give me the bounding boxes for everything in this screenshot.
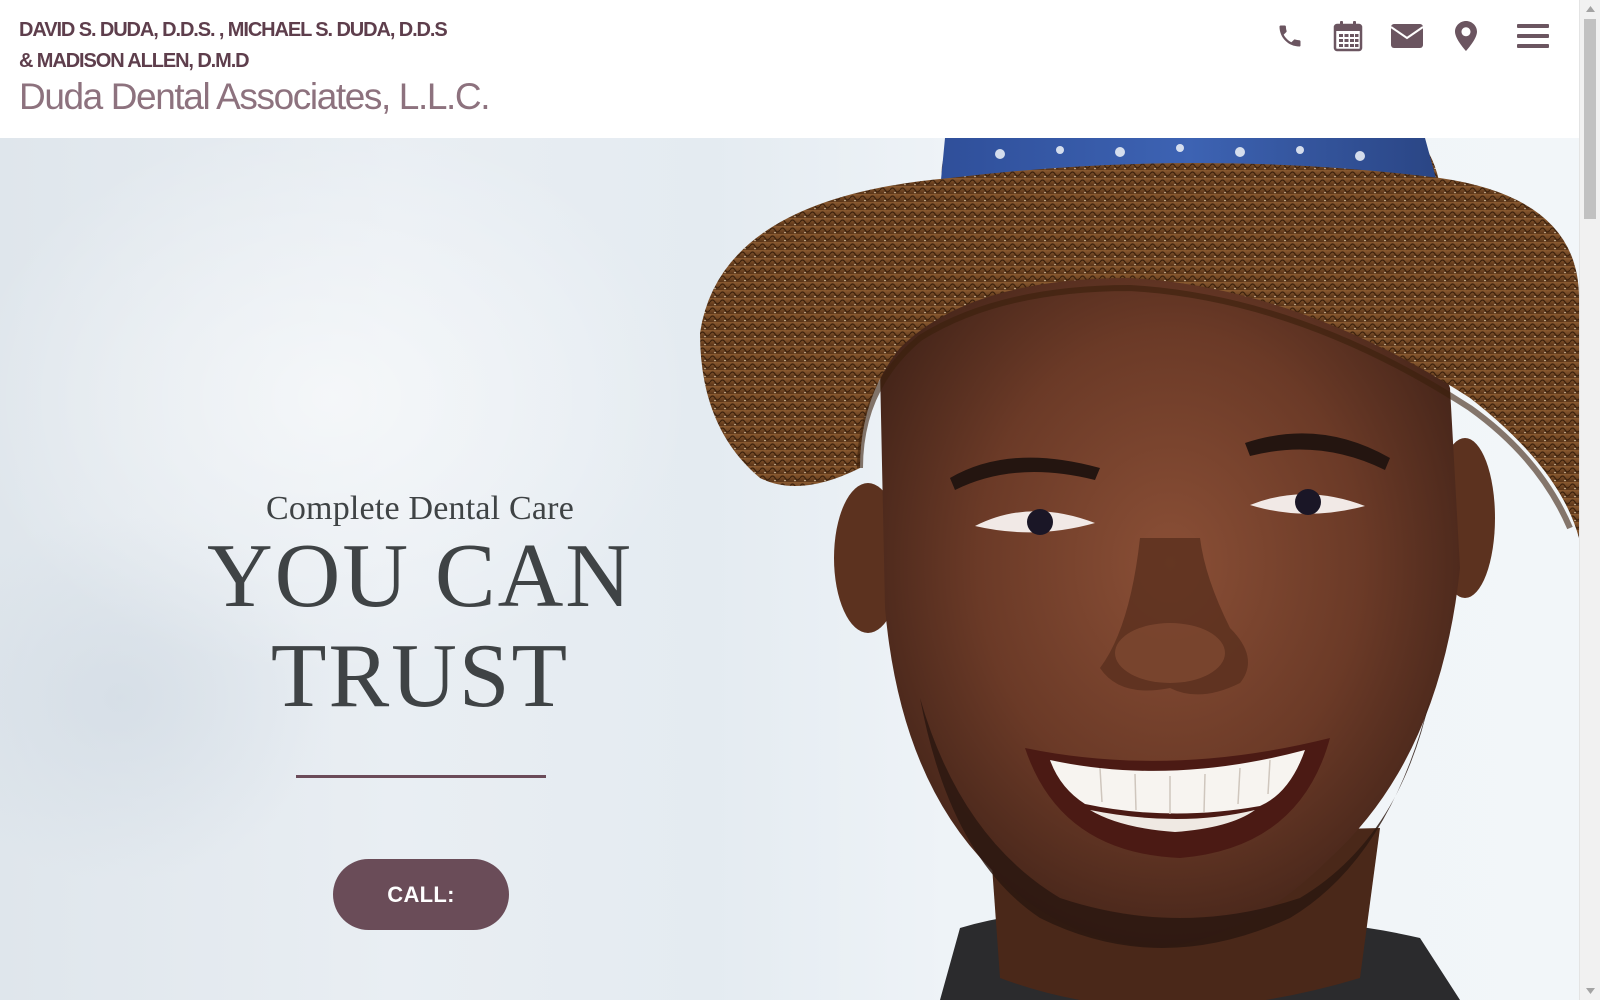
hamburger-menu-icon[interactable] xyxy=(1513,16,1553,56)
hero-tagline: Complete Dental Care xyxy=(265,490,574,527)
envelope-icon[interactable] xyxy=(1387,16,1427,56)
phone-icon[interactable] xyxy=(1270,16,1310,56)
hero-headline-line-2: TRUST xyxy=(270,625,570,726)
page-scrollbar[interactable] xyxy=(1579,0,1600,1000)
site-header: DAVID S. DUDA, D.D.S. , MICHAEL S. DUDA,… xyxy=(0,0,1579,138)
practice-name-logo[interactable]: Duda Dental Associates, L.L.C. xyxy=(19,74,491,120)
doctor-names-line-2: & MADISON ALLEN, D.M.D xyxy=(19,50,250,72)
doctor-names-line-1: DAVID S. DUDA, D.D.S. , MICHAEL S. DUDA,… xyxy=(19,19,448,41)
call-button[interactable]: CALL: xyxy=(333,859,509,930)
scroll-down-arrow-icon[interactable] xyxy=(1580,982,1600,1000)
hero-headline-line-1: YOU CAN xyxy=(206,525,634,626)
doctor-names: DAVID S. DUDA, D.D.S. , MICHAEL S. DUDA,… xyxy=(19,15,539,77)
scrollbar-thumb[interactable] xyxy=(1584,19,1596,219)
hero-divider xyxy=(296,775,546,778)
hero-headline: YOU CAN TRUST xyxy=(120,526,720,726)
calendar-icon[interactable] xyxy=(1328,16,1368,56)
hero-banner: Complete Dental Care YOU CAN TRUST CALL: xyxy=(0,138,1579,1000)
scroll-up-arrow-icon[interactable] xyxy=(1580,0,1600,18)
map-marker-icon[interactable] xyxy=(1446,16,1486,56)
